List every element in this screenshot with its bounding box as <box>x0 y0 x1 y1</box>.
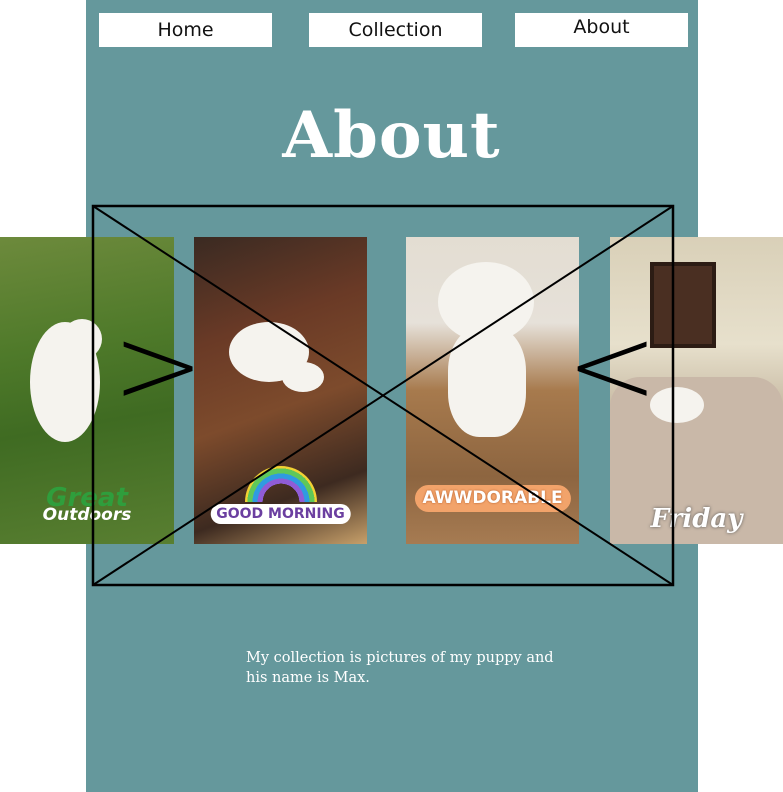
carousel-photo[interactable]: AWWDORABLE <box>406 237 579 544</box>
photo-sticker: AWWDORABLE <box>414 485 571 512</box>
dog-image <box>448 327 526 437</box>
rainbow-icon <box>244 466 317 502</box>
dog-image <box>282 362 324 392</box>
carousel-prev-arrow[interactable]: < <box>566 310 658 420</box>
nav-about-button[interactable]: About <box>515 13 688 47</box>
page-title: About <box>282 98 501 173</box>
dog-image <box>62 319 102 359</box>
photo-sticker: Great Outdoors <box>43 485 132 524</box>
photo-sticker: Friday <box>650 504 743 534</box>
nav-collection-button[interactable]: Collection <box>309 13 482 47</box>
nav-home-button[interactable]: Home <box>99 13 272 47</box>
carousel-next-arrow[interactable]: > <box>112 310 204 420</box>
carousel-photo[interactable]: GOOD MORNING <box>194 237 367 544</box>
photo-sticker-subtext: Outdoors <box>42 505 132 525</box>
framed-picture <box>650 262 716 348</box>
photo-sticker: GOOD MORNING <box>210 504 351 524</box>
about-description: My collection is pictures of my puppy an… <box>246 650 554 686</box>
